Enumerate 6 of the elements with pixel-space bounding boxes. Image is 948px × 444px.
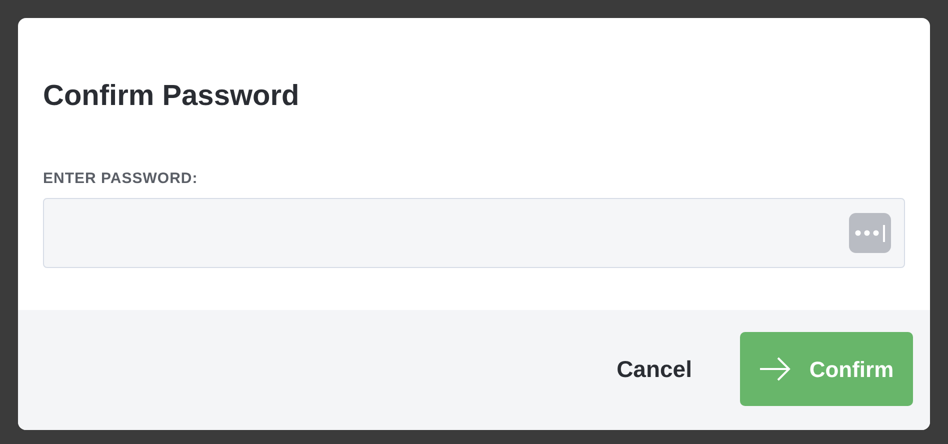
arrow-right-icon: [759, 356, 792, 382]
cancel-button[interactable]: Cancel: [616, 352, 692, 386]
dialog-title: Confirm Password: [43, 79, 300, 114]
field-label: ENTER PASSWORD:: [43, 169, 199, 189]
password-field[interactable]: [43, 198, 905, 268]
password-dots-icon[interactable]: [849, 213, 891, 253]
